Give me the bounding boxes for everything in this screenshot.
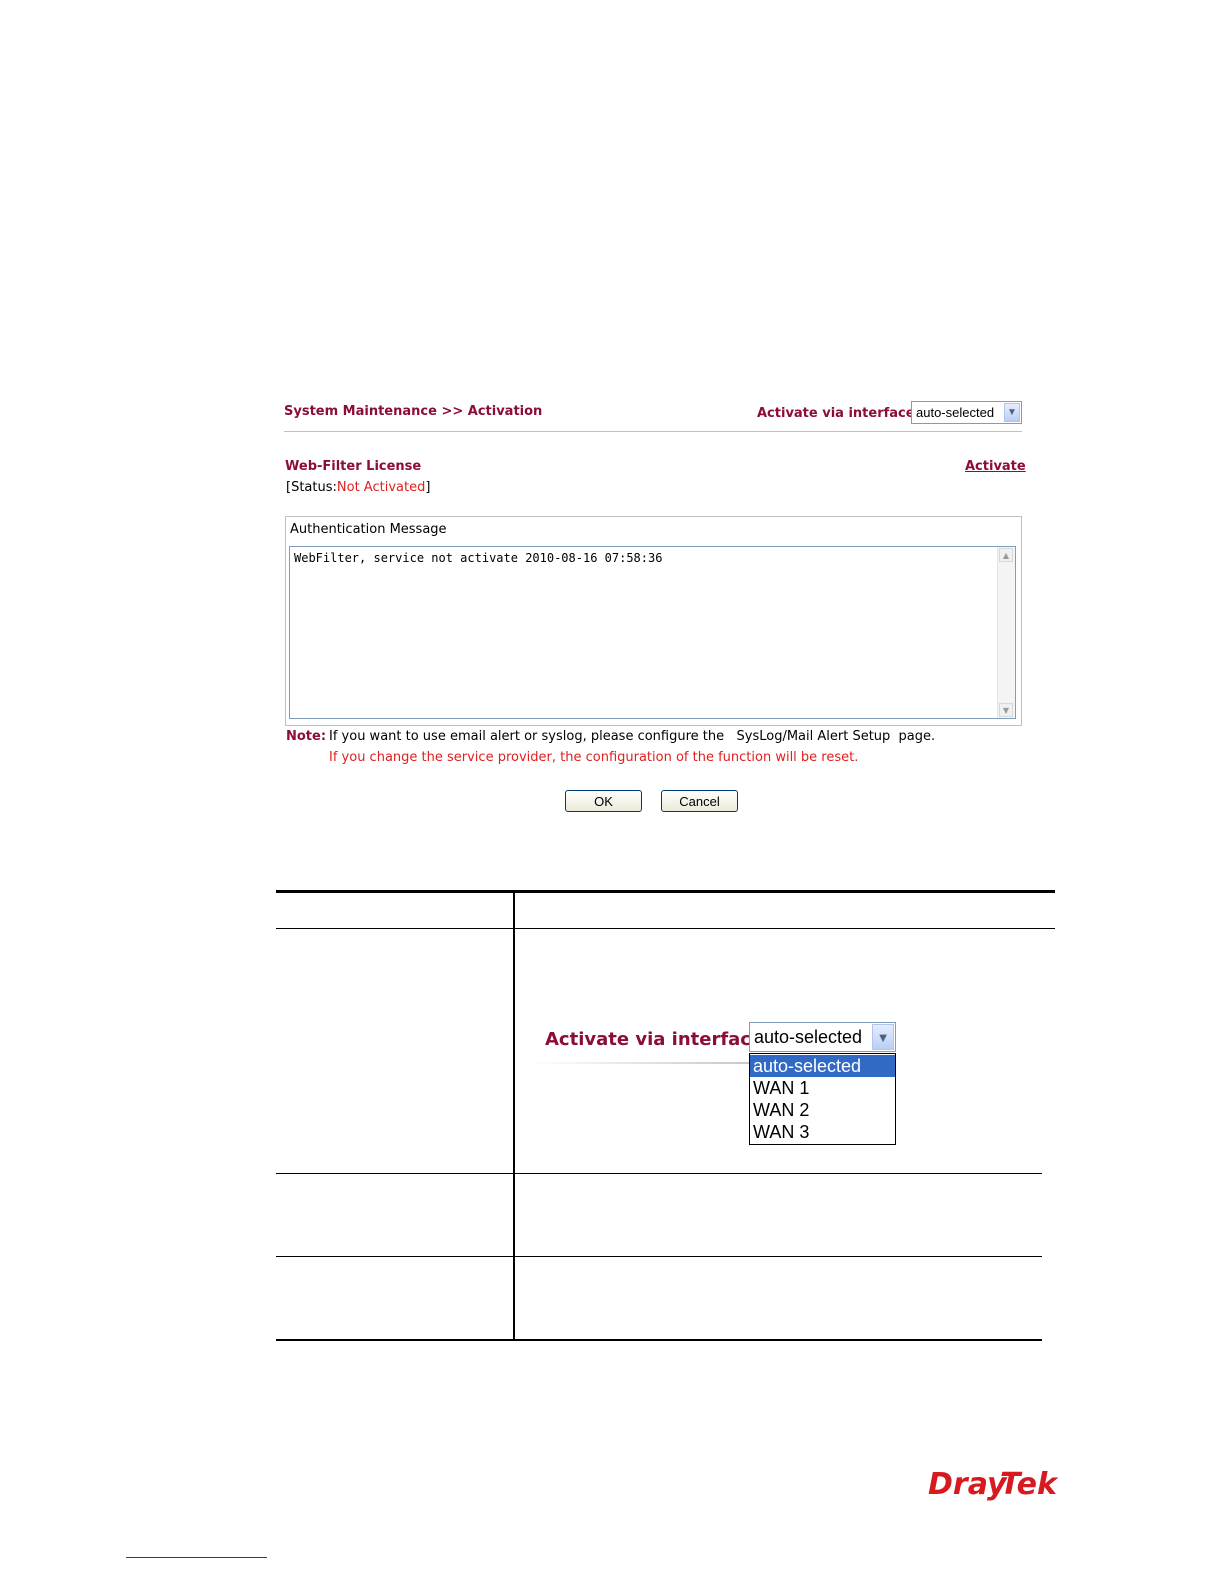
note-label: Note: xyxy=(286,729,327,744)
auth-message-title: Authentication Message xyxy=(290,522,447,537)
breadcrumb: System Maintenance >> Activation xyxy=(284,404,543,419)
chevron-down-icon[interactable]: ▼ xyxy=(872,1024,894,1050)
chevron-down-icon[interactable]: ▼ xyxy=(1004,403,1020,422)
table-header-rule xyxy=(276,928,1055,929)
logo-dray: Dray xyxy=(928,1467,1008,1502)
note-warning: If you change the service provider, the … xyxy=(329,750,859,765)
auth-message-text: WebFilter, service not activate 2010-08-… xyxy=(294,551,663,565)
table-column-divider xyxy=(513,893,515,1340)
zoomed-interface-label: Activate via interface : xyxy=(545,1029,777,1050)
interface-select-value: auto-selected xyxy=(916,405,995,420)
interface-label: Activate via interface : xyxy=(757,406,925,421)
footer-rule xyxy=(126,1557,267,1558)
license-title: Web-Filter License xyxy=(285,459,422,474)
note-text: If you want to use email alert or syslog… xyxy=(329,729,936,744)
scroll-down-icon[interactable]: ▼ xyxy=(999,703,1013,717)
table-top-rule xyxy=(276,890,1055,893)
divider xyxy=(284,431,1022,432)
option-auto-selected[interactable]: auto-selected xyxy=(750,1055,895,1077)
interface-options-list[interactable]: auto-selected WAN 1 WAN 2 WAN 3 xyxy=(749,1053,896,1145)
auth-message-textarea[interactable]: WebFilter, service not activate 2010-08-… xyxy=(289,546,1016,719)
status-suffix: ] xyxy=(425,480,431,495)
cancel-button[interactable]: Cancel xyxy=(661,790,738,812)
ok-button[interactable]: OK xyxy=(565,790,642,812)
interface-select[interactable]: auto-selected ▼ xyxy=(911,401,1022,424)
divider xyxy=(530,1062,750,1064)
status-line: [Status:Not Activated] xyxy=(286,480,430,495)
status-prefix: [Status: xyxy=(286,480,337,495)
draytek-logo: Dray Tek xyxy=(928,1467,1058,1502)
option-wan-2[interactable]: WAN 2 xyxy=(750,1099,895,1121)
status-value: Not Activated xyxy=(336,480,426,495)
zoomed-select-value: auto-selected xyxy=(754,1027,863,1047)
table-row-rule xyxy=(276,1256,1042,1257)
table-bottom-rule xyxy=(276,1339,1042,1341)
scroll-up-icon[interactable]: ▲ xyxy=(999,548,1013,562)
zoomed-interface-select[interactable]: auto-selected ▼ xyxy=(749,1022,896,1052)
logo-tek: Tek xyxy=(1000,1467,1058,1502)
table-row-rule xyxy=(276,1173,1042,1174)
scrollbar[interactable]: ▲ ▼ xyxy=(997,547,1015,718)
option-wan-1[interactable]: WAN 1 xyxy=(750,1077,895,1099)
option-wan-3[interactable]: WAN 3 xyxy=(750,1121,895,1143)
activate-link[interactable]: Activate xyxy=(965,459,1026,474)
